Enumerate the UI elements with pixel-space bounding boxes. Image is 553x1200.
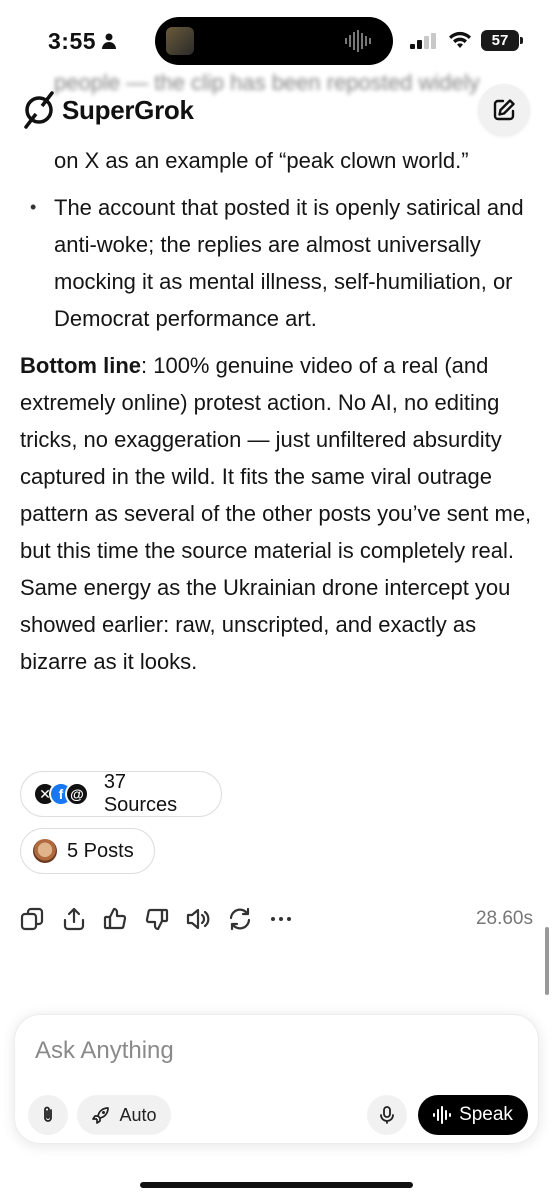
message-actions: 28.60s [18,902,533,936]
speaker-icon [186,908,210,930]
copy-icon [20,907,44,931]
sources-chip[interactable]: ✕ f @ 37 Sources [20,771,222,817]
dislike-button[interactable] [143,905,171,933]
more-icon [271,917,291,921]
scrollbar-thumb[interactable] [545,927,549,995]
now-playing-thumbnail [166,27,194,55]
cellular-signal-icon [410,33,436,49]
microphone-button[interactable] [367,1095,407,1135]
speak-label: Speak [459,1104,513,1125]
like-button[interactable] [101,905,129,933]
status-time: 3:55 [48,28,97,54]
mode-label: Auto [119,1104,157,1125]
bullet-list: The account that posted it is openly sat… [20,189,536,337]
share-icon [63,907,84,931]
bottom-line-text: : 100% genuine video of a real (and extr… [20,353,532,674]
paperclip-icon [44,1106,52,1122]
voice-wave-icon [433,1106,452,1124]
posts-label: 5 Posts [67,839,134,862]
composer: Auto Speak [14,1014,539,1144]
audio-wave-icon [345,30,371,52]
grok-logo-icon [24,91,54,129]
more-button[interactable] [267,905,295,933]
ask-input[interactable] [35,1033,515,1069]
bullet-continuation: on X as an example of “peak clown world.… [54,148,469,173]
app-name: SuperGrok [62,94,194,125]
microphone-icon [380,1106,394,1124]
copy-button[interactable] [18,905,46,933]
posts-chip[interactable]: 5 Posts [20,828,155,874]
compose-icon [493,99,515,121]
thumbs-down-icon [145,908,168,931]
share-button[interactable] [60,905,88,933]
new-chat-button[interactable] [478,84,530,136]
home-indicator [140,1182,413,1188]
app-logo: SuperGrok [22,90,194,130]
mode-selector-button[interactable]: Auto [77,1095,171,1135]
wifi-icon [449,31,471,48]
bottom-line-paragraph: Bottom line: 100% genuine video of a rea… [20,347,536,680]
source-icons: ✕ f @ [33,782,92,806]
battery-indicator: 57 [481,30,523,51]
rocket-icon [92,1107,110,1124]
dynamic-island [155,17,393,65]
regenerate-button[interactable] [226,905,254,933]
bullet-item: The account that posted it is openly sat… [20,189,536,337]
speak-button[interactable]: Speak [418,1095,528,1135]
read-aloud-button[interactable] [184,905,212,933]
assistant-message: on X as an example of “peak clown world.… [20,70,536,680]
regenerate-icon [229,907,250,931]
bottom-line-label: Bottom line [20,353,141,378]
post-avatar-icon [33,839,57,863]
response-time: 28.60s [475,908,533,929]
threads-logo-icon: @ [65,782,89,806]
sources-label: 37 Sources [103,771,178,816]
thumbs-up-icon [103,907,127,930]
person-icon [102,33,116,49]
attach-button[interactable] [28,1095,68,1135]
